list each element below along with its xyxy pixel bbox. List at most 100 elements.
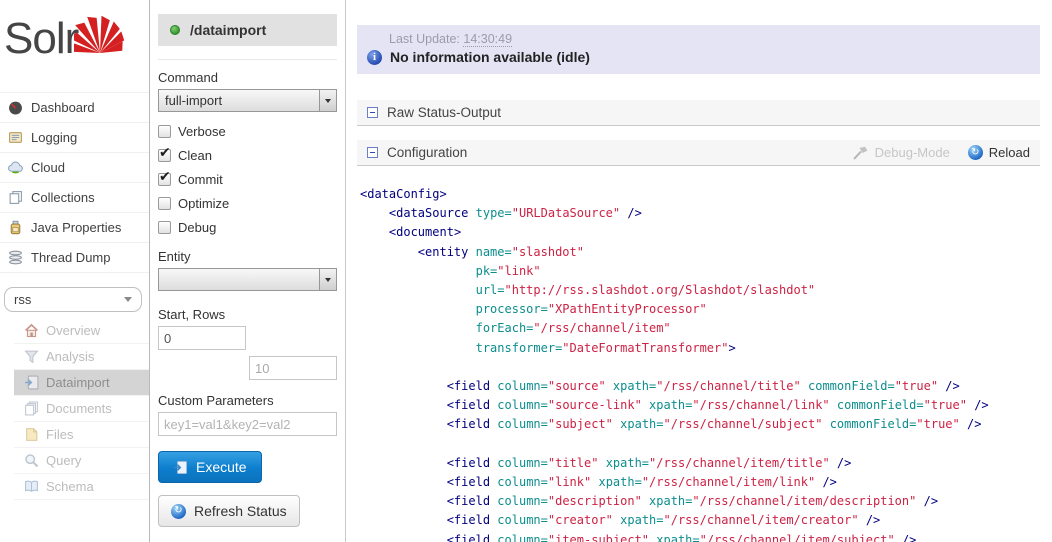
sidebar-item-label: Dashboard bbox=[31, 100, 95, 115]
custom-parameters-label: Custom Parameters bbox=[158, 393, 337, 408]
collapse-icon[interactable] bbox=[367, 107, 378, 118]
optimize-label[interactable]: Optimize bbox=[178, 196, 229, 211]
refresh-icon bbox=[171, 504, 186, 519]
entity-select[interactable] bbox=[158, 268, 337, 291]
debug-checkbox[interactable] bbox=[158, 221, 171, 234]
reload-button[interactable]: Reload bbox=[968, 145, 1030, 160]
core-selector[interactable]: rss bbox=[4, 287, 142, 312]
main-content: Last Update: 14:30:49 No information ava… bbox=[346, 0, 1052, 542]
start-rows-label: Start, Rows bbox=[158, 307, 337, 322]
documents-icon bbox=[24, 401, 39, 416]
last-update: Last Update: 14:30:49 bbox=[389, 32, 1030, 46]
core-menu: Overview Analysis Dataimport Documents F… bbox=[14, 318, 149, 500]
reload-label: Reload bbox=[989, 145, 1030, 160]
raw-status-output-header: Raw Status-Output bbox=[357, 100, 1040, 126]
status-dot-icon bbox=[170, 25, 180, 35]
schema-icon bbox=[24, 479, 39, 494]
core-item-label: Analysis bbox=[46, 349, 94, 364]
core-item-dataimport[interactable]: Dataimport bbox=[14, 370, 149, 396]
verbose-label[interactable]: Verbose bbox=[178, 124, 226, 139]
clean-checkbox[interactable] bbox=[158, 149, 171, 162]
sidebar: Solr Dashboard bbox=[0, 0, 150, 542]
core-item-label: Schema bbox=[46, 479, 94, 494]
debug-mode-label: Debug-Mode bbox=[875, 145, 950, 160]
configuration-title: Configuration bbox=[387, 145, 467, 160]
core-item-label: Dataimport bbox=[46, 375, 110, 390]
sidebar-item-dashboard[interactable]: Dashboard bbox=[0, 92, 149, 123]
dataimport-icon bbox=[24, 375, 39, 390]
dashboard-icon bbox=[8, 100, 23, 115]
collapse-icon[interactable] bbox=[367, 147, 378, 158]
status-message: No information available (idle) bbox=[390, 49, 590, 65]
execute-import-icon bbox=[173, 460, 188, 475]
optimize-checkbox[interactable] bbox=[158, 197, 171, 210]
status-info-box: Last Update: 14:30:49 No information ava… bbox=[357, 25, 1040, 74]
sidebar-item-label: Collections bbox=[31, 190, 95, 205]
core-item-analysis[interactable]: Analysis bbox=[14, 344, 149, 370]
core-item-label: Query bbox=[46, 453, 81, 468]
info-icon bbox=[367, 50, 382, 65]
analysis-icon bbox=[24, 349, 39, 364]
chevron-down-icon bbox=[319, 90, 336, 111]
debug-label[interactable]: Debug bbox=[178, 220, 216, 235]
core-item-files[interactable]: Files bbox=[14, 422, 149, 448]
command-label: Command bbox=[158, 70, 337, 85]
hammer-icon bbox=[852, 146, 869, 160]
overview-icon bbox=[24, 323, 39, 338]
core-item-overview[interactable]: Overview bbox=[14, 318, 149, 344]
thread-dump-icon bbox=[8, 250, 23, 265]
execute-button[interactable]: Execute bbox=[158, 451, 262, 483]
core-item-label: Documents bbox=[46, 401, 112, 416]
entity-label: Entity bbox=[158, 249, 337, 264]
sidebar-item-label: Java Properties bbox=[31, 220, 121, 235]
java-properties-icon bbox=[8, 220, 23, 235]
command-select[interactable]: full-import bbox=[158, 89, 337, 112]
sidebar-item-logging[interactable]: Logging bbox=[0, 123, 149, 153]
sidebar-item-label: Thread Dump bbox=[31, 250, 110, 265]
refresh-status-button[interactable]: Refresh Status bbox=[158, 495, 300, 527]
core-item-label: Overview bbox=[46, 323, 100, 338]
dataimport-form-panel: /dataimport Command full-import Verbose … bbox=[150, 0, 346, 542]
rows-input[interactable] bbox=[249, 356, 337, 380]
core-item-query[interactable]: Query bbox=[14, 448, 149, 474]
start-input[interactable] bbox=[158, 326, 246, 350]
solr-admin-window: Solr Dashboard bbox=[0, 0, 1052, 542]
sidebar-item-thread-dump[interactable]: Thread Dump bbox=[0, 243, 149, 273]
core-item-label: Files bbox=[46, 427, 73, 442]
collections-icon bbox=[8, 190, 23, 205]
core-item-schema[interactable]: Schema bbox=[14, 474, 149, 500]
refresh-button-label: Refresh Status bbox=[194, 503, 287, 519]
commit-label[interactable]: Commit bbox=[178, 172, 223, 187]
command-select-value: full-import bbox=[159, 93, 319, 108]
main-menu: Dashboard Logging Cloud Collections Java… bbox=[0, 92, 149, 273]
verbose-checkbox[interactable] bbox=[158, 125, 171, 138]
configuration-header: Configuration Debug-Mode Reload bbox=[357, 140, 1040, 166]
handler-name: /dataimport bbox=[190, 22, 266, 38]
divider bbox=[158, 59, 337, 60]
sidebar-item-collections[interactable]: Collections bbox=[0, 183, 149, 213]
debug-mode-button[interactable]: Debug-Mode bbox=[852, 145, 950, 160]
sidebar-item-cloud[interactable]: Cloud bbox=[0, 153, 149, 183]
logging-icon bbox=[8, 130, 23, 145]
core-selector-value: rss bbox=[14, 292, 31, 307]
solr-logo-text: Solr bbox=[4, 10, 78, 68]
cloud-icon bbox=[8, 160, 23, 175]
clean-label[interactable]: Clean bbox=[178, 148, 212, 163]
sidebar-item-label: Logging bbox=[31, 130, 77, 145]
solr-fan-icon bbox=[74, 6, 132, 58]
handler-header: /dataimport bbox=[158, 14, 337, 46]
sidebar-item-java-properties[interactable]: Java Properties bbox=[0, 213, 149, 243]
last-update-time: 14:30:49 bbox=[463, 32, 512, 47]
query-icon bbox=[24, 453, 39, 468]
core-item-documents[interactable]: Documents bbox=[14, 396, 149, 422]
dataimport-config-xml: <dataConfig> <dataSource type="URLDataSo… bbox=[360, 185, 1052, 542]
solr-logo[interactable]: Solr bbox=[0, 0, 149, 92]
execute-button-label: Execute bbox=[196, 459, 247, 475]
reload-icon bbox=[968, 145, 983, 160]
chevron-down-icon bbox=[319, 269, 336, 290]
raw-status-output-title: Raw Status-Output bbox=[387, 105, 501, 120]
custom-parameters-input[interactable] bbox=[158, 412, 337, 436]
commit-checkbox[interactable] bbox=[158, 173, 171, 186]
files-icon bbox=[24, 427, 39, 442]
chevron-down-icon bbox=[124, 297, 132, 302]
